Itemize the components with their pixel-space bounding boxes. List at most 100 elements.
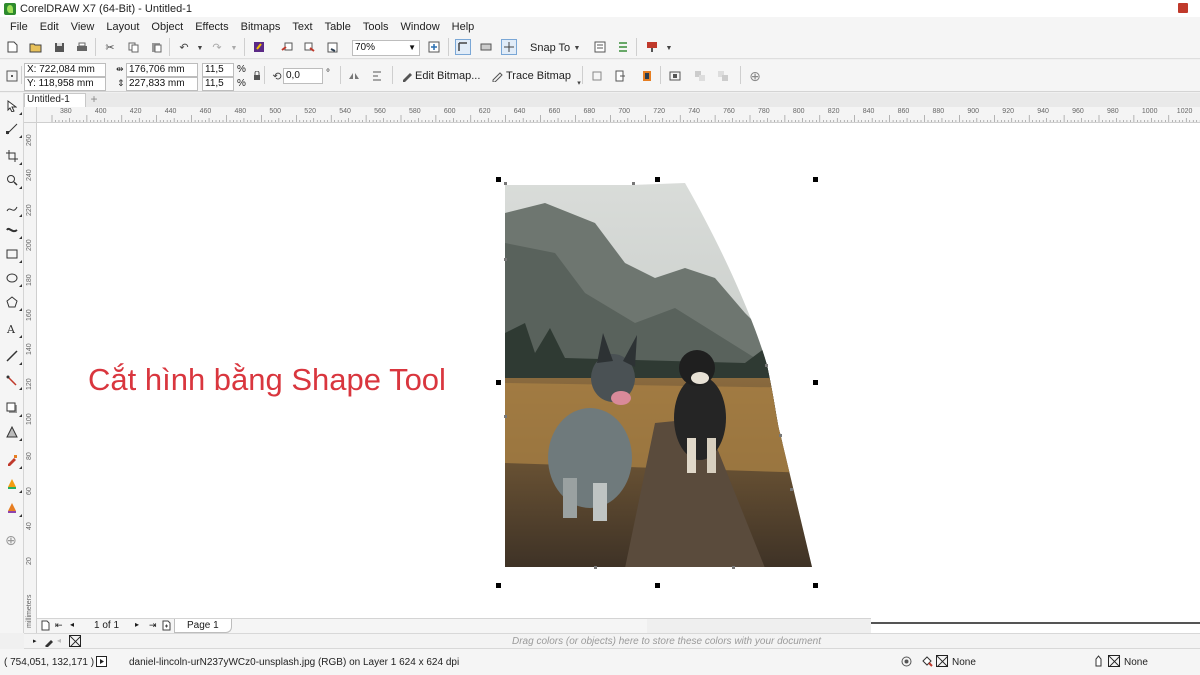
- text-tool-icon[interactable]: A: [5, 322, 22, 338]
- new-tab-icon[interactable]: +: [88, 93, 100, 106]
- show-grid-icon[interactable]: [501, 39, 517, 55]
- canvas-caption-text[interactable]: Cắt hình bằng Shape Tool: [88, 362, 446, 398]
- redo-icon[interactable]: ↷: [210, 40, 224, 54]
- horizontal-ruler[interactable]: 380 400 420 440 460 480 500 520 540 560 580 600 620 6…: [24, 107, 1200, 123]
- mirror-vertical-icon[interactable]: [370, 69, 384, 83]
- cut-icon[interactable]: ✂: [103, 40, 117, 54]
- group-icon[interactable]: [693, 69, 707, 83]
- fill-color-icon[interactable]: [921, 655, 933, 670]
- drop-shadow-tool-icon[interactable]: [5, 401, 22, 417]
- undo-icon[interactable]: ↶: [177, 40, 191, 54]
- options-icon[interactable]: [593, 40, 607, 54]
- last-page-icon[interactable]: ⇥: [149, 620, 157, 631]
- shape-node[interactable]: [504, 258, 507, 261]
- print-icon[interactable]: [75, 40, 89, 54]
- welcome-dropdown-icon[interactable]: ▼: [662, 41, 676, 55]
- selection-handle-right[interactable]: [813, 380, 818, 385]
- shape-node[interactable]: [632, 182, 635, 185]
- menu-edit[interactable]: Edit: [34, 21, 65, 33]
- status-play-icon[interactable]: [96, 656, 107, 670]
- menu-object[interactable]: Object: [145, 21, 189, 33]
- ellipse-tool-icon[interactable]: [5, 271, 22, 287]
- outline-pen-icon[interactable]: [1094, 655, 1103, 670]
- color-proof-icon[interactable]: [901, 656, 912, 670]
- zoom-fit-icon[interactable]: [427, 40, 441, 54]
- menu-effects[interactable]: Effects: [189, 21, 234, 33]
- trace-bitmap-dropdown-icon[interactable]: ▾: [572, 76, 586, 90]
- search-content-icon[interactable]: [252, 40, 266, 54]
- pick-tool-icon[interactable]: [5, 99, 22, 115]
- application-launcher-icon[interactable]: [616, 40, 630, 54]
- edit-bitmap-icon[interactable]: [400, 69, 414, 83]
- shaped-bitmap-photo[interactable]: [505, 183, 813, 568]
- rotation-angle-field[interactable]: 0,0: [283, 68, 323, 84]
- crop-bitmap-icon[interactable]: [590, 69, 604, 83]
- width-field[interactable]: 176,706 mm: [126, 63, 198, 77]
- menu-window[interactable]: Window: [395, 21, 446, 33]
- menu-view[interactable]: View: [65, 21, 101, 33]
- snap-to-dropdown-icon[interactable]: ▼: [570, 41, 584, 55]
- document-tab-untitled-1[interactable]: Untitled-1: [24, 93, 86, 107]
- show-rulers-icon[interactable]: [479, 40, 493, 54]
- edit-bitmap-button[interactable]: Edit Bitmap...: [415, 70, 480, 82]
- palette-scroll-left-icon[interactable]: ◂: [57, 636, 61, 645]
- lock-ratio-icon[interactable]: [250, 69, 264, 83]
- object-origin-icon[interactable]: [5, 69, 19, 83]
- publish-pdf-icon[interactable]: [326, 40, 340, 54]
- trace-bitmap-icon[interactable]: [490, 69, 504, 83]
- shape-node[interactable]: [732, 566, 735, 569]
- add-property-icon[interactable]: ⊕: [748, 68, 762, 84]
- color-eyedropper-tool-icon[interactable]: [5, 453, 22, 469]
- zoom-level-select[interactable]: 70% ▼: [352, 40, 420, 56]
- snap-to-button[interactable]: Snap To: [530, 42, 570, 54]
- shape-node[interactable]: [765, 364, 768, 367]
- shape-node[interactable]: [504, 415, 507, 418]
- add-tool-icon[interactable]: ⊕: [5, 532, 17, 549]
- open-folder-icon[interactable]: [28, 40, 42, 54]
- shape-node[interactable]: [779, 434, 782, 437]
- menu-layout[interactable]: Layout: [100, 21, 145, 33]
- freehand-tool-icon[interactable]: [5, 201, 22, 217]
- crop-tool-icon[interactable]: [5, 149, 22, 165]
- shape-tool-icon[interactable]: [5, 122, 22, 138]
- menu-help[interactable]: Help: [446, 21, 481, 33]
- rectangle-tool-icon[interactable]: [5, 247, 22, 263]
- selection-handle-top-right[interactable]: [813, 177, 818, 182]
- scale-width-field[interactable]: 11,5: [202, 63, 234, 77]
- bitmap-color-mask-icon[interactable]: [640, 69, 654, 83]
- palette-menu-icon[interactable]: ▸: [33, 637, 37, 645]
- redo-dropdown-icon[interactable]: ▼: [227, 41, 241, 55]
- ungroup-icon[interactable]: [716, 69, 730, 83]
- trace-bitmap-button[interactable]: Trace Bitmap: [506, 70, 571, 82]
- scale-height-field[interactable]: 11,5: [202, 77, 234, 91]
- resample-icon[interactable]: [613, 69, 627, 83]
- previous-page-icon[interactable]: ◂: [70, 620, 74, 629]
- smart-fill-tool-icon[interactable]: [5, 501, 22, 517]
- ruler-corner[interactable]: [24, 107, 37, 123]
- zoom-tool-icon[interactable]: [5, 173, 22, 189]
- export-icon[interactable]: [303, 40, 317, 54]
- wrap-text-icon[interactable]: [668, 69, 682, 83]
- full-screen-preview-icon[interactable]: [455, 39, 471, 55]
- shape-node[interactable]: [504, 182, 507, 185]
- menu-file[interactable]: File: [4, 21, 34, 33]
- new-document-icon[interactable]: [5, 40, 19, 54]
- y-position-field[interactable]: Y: 118,958 mm: [24, 77, 106, 91]
- welcome-screen-icon[interactable]: [645, 40, 659, 54]
- import-icon[interactable]: [280, 40, 294, 54]
- menu-text[interactable]: Text: [286, 21, 318, 33]
- add-page-icon[interactable]: [162, 620, 171, 634]
- interactive-fill-tool-icon[interactable]: [5, 477, 22, 493]
- selection-handle-top-left[interactable]: [496, 177, 501, 182]
- selection-handle-top[interactable]: [655, 177, 660, 182]
- page-tab-page-1[interactable]: Page 1: [174, 619, 232, 633]
- selection-handle-bottom-right[interactable]: [813, 583, 818, 588]
- document-palette[interactable]: ▸ ◂ Drag colors (or objects) here to sto…: [24, 633, 1200, 649]
- transparency-tool-icon[interactable]: [5, 425, 22, 441]
- copy-icon[interactable]: [126, 40, 140, 54]
- paste-icon[interactable]: [149, 40, 163, 54]
- parallel-dimension-tool-icon[interactable]: [5, 349, 22, 365]
- vertical-ruler[interactable]: 260 240 220 200 180 160 140 120 100 80 60 40 20 mill…: [24, 123, 37, 633]
- connector-tool-icon[interactable]: [5, 374, 22, 390]
- artistic-media-tool-icon[interactable]: [5, 223, 22, 239]
